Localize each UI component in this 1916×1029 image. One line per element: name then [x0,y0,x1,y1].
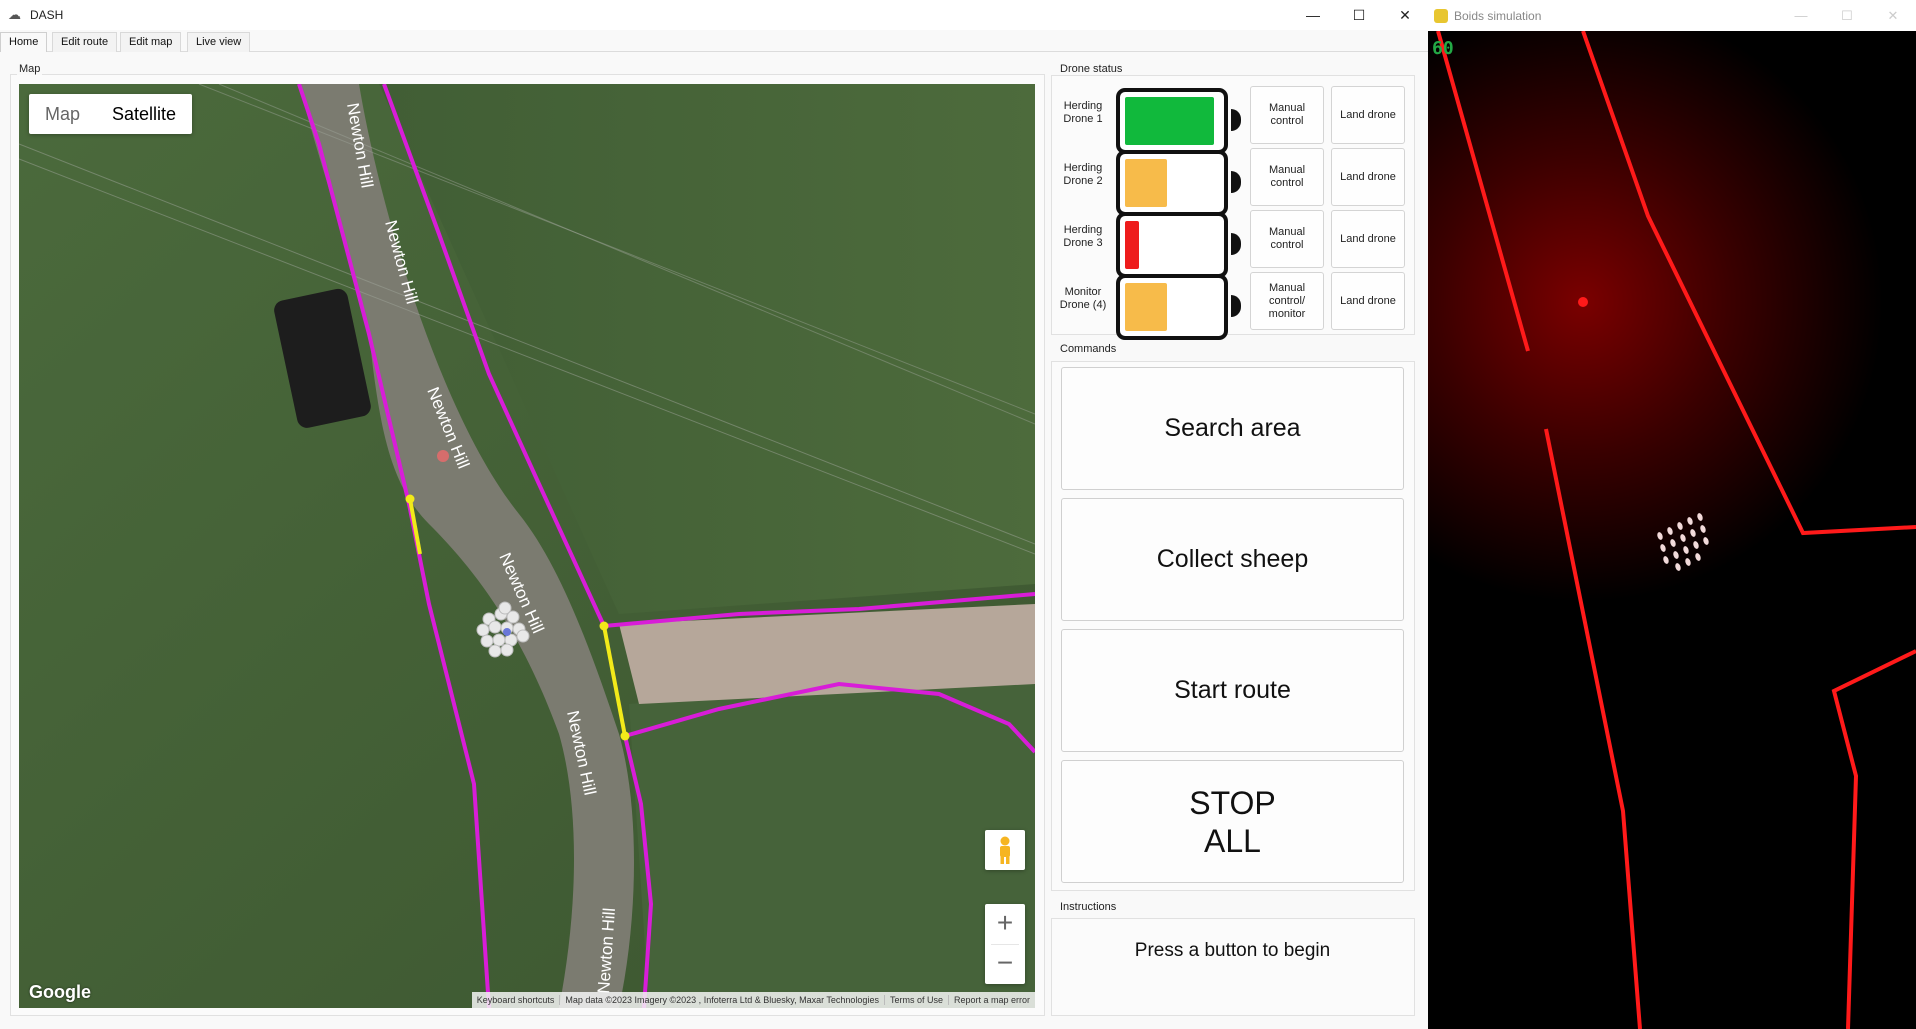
land-drone-button[interactable]: Land drone [1331,148,1405,206]
battery-indicator [1116,88,1241,154]
drone-status-label: Drone status [1058,63,1125,75]
start-route-button[interactable]: Start route [1061,629,1404,752]
battery-fill [1125,221,1139,269]
boids-title-bar: Boids simulation — ☐ ✕ [1428,0,1916,31]
manual-control-button[interactable]: Manual control [1250,86,1324,144]
battery-indicator [1116,150,1241,216]
gate-marker [599,621,609,631]
instructions-group [1051,918,1415,1016]
keyboard-shortcuts-link[interactable]: Keyboard shortcuts [472,995,560,1005]
boids-close-button[interactable]: ✕ [1870,0,1916,31]
land-drone-button[interactable]: Land drone [1331,210,1405,268]
drone-name: Monitor Drone (4) [1059,286,1107,311]
map-group-label: Map [17,63,43,75]
battery-fill [1125,283,1167,331]
gate-marker [620,731,630,741]
maximize-button[interactable]: ☐ [1336,0,1382,30]
search-area-button[interactable]: Search area [1061,367,1404,490]
battery-indicator [1116,274,1241,340]
title-bar: ☁ DASH — ☐ ✕ [0,0,1428,30]
boids-canvas [1428,31,1916,1029]
boids-window-title: Boids simulation [1454,8,1542,23]
map-attribution: Keyboard shortcuts Map data ©2023 Imager… [471,992,1035,1008]
report-error-link[interactable]: Report a map error [947,995,1035,1005]
land-drone-button[interactable]: Land drone [1331,86,1405,144]
manual-control-button[interactable]: Manual control [1250,210,1324,268]
zoom-in-button[interactable]: + [985,904,1025,944]
tab-edit-map[interactable]: Edit map [120,32,182,52]
gate-marker [405,494,415,504]
battery-fill [1125,159,1167,207]
map-type-map-button[interactable]: Map [29,94,96,134]
zoom-control: + − [985,904,1025,984]
satellite-map[interactable]: Newton Hill Newton Hill Newton Hill Newt… [19,84,1035,1008]
instructions-text: Press a button to begin [1134,940,1331,961]
dash-window: ☁ DASH — ☐ ✕ Home Edit route Edit map Li… [0,0,1428,1029]
commands-label: Commands [1058,343,1119,355]
boids-window: Boids simulation — ☐ ✕ 60 [1428,0,1916,1029]
tab-live-view[interactable]: Live view [187,32,251,52]
fps-counter: 60 [1432,38,1454,59]
boids-maximize-button[interactable]: ☐ [1824,0,1870,31]
drone-marker [437,450,449,462]
tab-edit-route[interactable]: Edit route [52,32,118,52]
boids-minimize-button[interactable]: — [1778,0,1824,31]
close-button[interactable]: ✕ [1382,0,1428,30]
pegman-icon [1000,836,1010,864]
drone-dot [1578,297,1588,307]
instructions-label: Instructions [1058,901,1119,913]
map-data-credit: Map data ©2023 Imagery ©2023 , Infoterra… [559,995,884,1005]
drone-name: Herding Drone 1 [1063,100,1103,125]
battery-fill [1125,97,1214,145]
map-type-control: Map Satellite [29,94,193,134]
drone-name: Herding Drone 2 [1063,162,1103,187]
land-drone-button[interactable]: Land drone [1331,272,1405,330]
zoom-divider [991,944,1019,945]
map-imagery: Newton Hill Newton Hill Newton Hill Newt… [19,84,1035,1008]
app-icon: ☁ [8,7,21,22]
window-title: DASH [30,8,64,22]
street-view-button[interactable] [985,830,1025,870]
pygame-icon [1434,8,1448,23]
battery-indicator [1116,212,1241,278]
drone-name: Herding Drone 3 [1063,224,1103,249]
collect-sheep-button[interactable]: Collect sheep [1061,498,1404,621]
manual-control-button[interactable]: Manual control [1250,148,1324,206]
tab-bar: Home Edit route Edit map Live view [0,30,1428,52]
terms-link[interactable]: Terms of Use [883,995,948,1005]
zoom-out-button[interactable]: − [985,944,1025,984]
manual-control-button[interactable]: Manual control/ monitor [1250,272,1324,330]
minimize-button[interactable]: — [1290,0,1336,30]
field-lower-right [629,674,1035,1008]
stop-all-button[interactable]: STOP ALL [1061,760,1404,883]
map-type-satellite-button[interactable]: Satellite [96,94,192,134]
tab-home[interactable]: Home [0,32,48,52]
google-logo: Google [29,982,91,1002]
